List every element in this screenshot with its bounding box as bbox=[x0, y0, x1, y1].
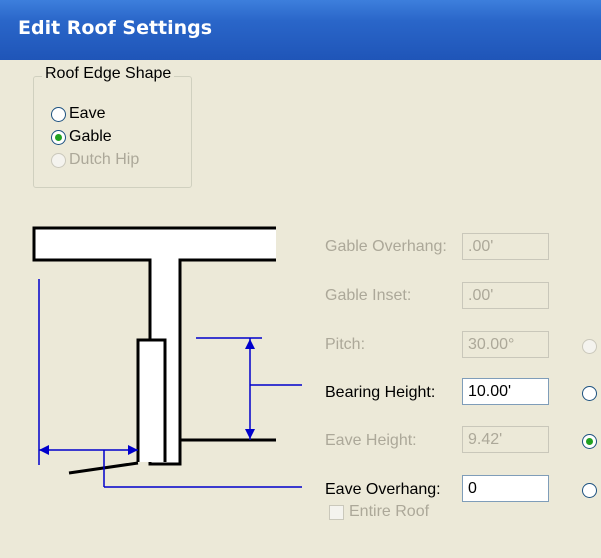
radio-dutch-hip-label: Dutch Hip bbox=[69, 151, 140, 168]
gable-overhang-label: Gable Overhang: bbox=[325, 238, 447, 255]
eave-height-lock-radio[interactable] bbox=[582, 434, 597, 449]
eave-overhang-label: Eave Overhang: bbox=[325, 481, 441, 498]
eave-overhang-input[interactable] bbox=[462, 475, 549, 502]
eave-overhang-lock-radio[interactable] bbox=[582, 483, 597, 498]
entire-roof-checkbox bbox=[329, 505, 344, 520]
eave-height-input bbox=[462, 426, 549, 453]
radio-gable-button[interactable] bbox=[51, 130, 66, 145]
window-title: Edit Roof Settings bbox=[18, 17, 213, 39]
pitch-label: Pitch: bbox=[325, 336, 366, 353]
eave-height-label: Eave Height: bbox=[325, 432, 417, 449]
radio-dutch-hip-button bbox=[51, 153, 66, 168]
radio-selected-dot bbox=[586, 438, 593, 445]
pitch-input bbox=[462, 331, 549, 358]
dialog-body: Roof Edge Shape Eave Gable Dutch Hip Gab… bbox=[0, 60, 601, 558]
entire-roof-label: Entire Roof bbox=[349, 503, 430, 520]
bearing-height-input[interactable] bbox=[462, 378, 549, 405]
radio-gable-label: Gable bbox=[69, 128, 112, 145]
gable-inset-label: Gable Inset: bbox=[325, 287, 412, 304]
title-bar: Edit Roof Settings bbox=[0, 0, 601, 60]
radio-eave-label: Eave bbox=[69, 105, 106, 122]
gable-overhang-input bbox=[462, 233, 549, 260]
bearing-height-label: Bearing Height: bbox=[325, 384, 436, 401]
roof-edge-shape-legend: Roof Edge Shape bbox=[42, 65, 175, 83]
gable-inset-input bbox=[462, 282, 549, 309]
bearing-height-lock-radio[interactable] bbox=[582, 386, 597, 401]
radio-eave-button[interactable] bbox=[51, 107, 66, 122]
pitch-lock-radio bbox=[582, 339, 597, 354]
radio-selected-dot bbox=[55, 134, 62, 141]
